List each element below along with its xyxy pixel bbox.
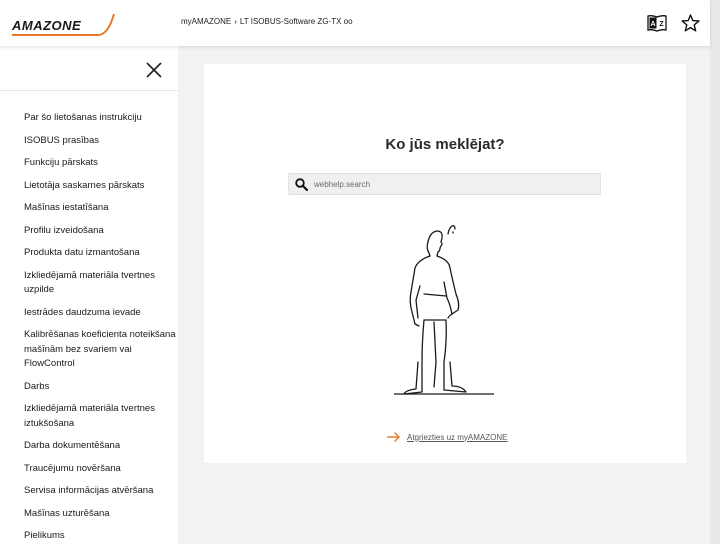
svg-text:Z: Z [659, 21, 664, 28]
star-icon [680, 14, 700, 32]
close-sidebar-button[interactable] [145, 61, 163, 79]
sidebar-item-kalibresanas-koeficients[interactable]: Kalibrēšanas koeficienta noteikšana mašī… [24, 328, 178, 372]
page-title: Ko jūs meklējat? [385, 136, 505, 153]
scrollbar[interactable] [710, 0, 720, 544]
breadcrumb-home[interactable]: myAMAZONE [181, 17, 231, 26]
sidebar-item-darba-dokumentesana[interactable]: Darba dokumentēšana [24, 439, 178, 454]
close-icon [146, 62, 162, 78]
breadcrumb: myAMAZONE › LT ISOBUS-Software ZG-TX oo [181, 17, 353, 26]
top-bar: AMAZONE myAMAZONE › LT ISOBUS-Software ZG-… [0, 0, 710, 46]
breadcrumb-separator: › [234, 17, 237, 26]
thinking-man-illustration [394, 225, 494, 395]
logo-text: AMAZONE [12, 18, 82, 33]
back-link-label: Atgriezties uz myAMAZONE [407, 432, 508, 442]
sidebar-item-isobus-prasibas[interactable]: ISOBUS prasības [24, 134, 178, 149]
search-icon [295, 178, 308, 191]
search-input[interactable] [314, 177, 594, 192]
back-to-myamazone-link[interactable]: Atgriezties uz myAMAZONE [387, 432, 507, 442]
sidebar-item-masinas-uzturesana[interactable]: Mašīnas uzturēšana [24, 507, 178, 522]
sidebar: Par šo lietošanas instrukciju ISOBUS pra… [0, 46, 178, 544]
sidebar-item-traucejumu-noversana[interactable]: Traucējumu novēršana [24, 462, 178, 477]
sidebar-item-lietotaja-saskarnes-parskats[interactable]: Lietotāja saskarnes pārskats [24, 179, 178, 194]
breadcrumb-current[interactable]: LT ISOBUS-Software ZG-TX oo [240, 17, 353, 26]
sidebar-divider [0, 90, 178, 91]
sidebar-item-masinas-iestatisana[interactable]: Mašīnas iestatīšana [24, 201, 178, 216]
sidebar-item-tvertnes-uzpilde[interactable]: Izkliedējamā materiāla tvertnes uzpilde [24, 269, 178, 298]
translate-button[interactable]: A Z [647, 13, 667, 33]
arrow-right-icon [387, 432, 400, 442]
search-box[interactable] [288, 173, 601, 195]
search-card: Ko jūs meklējat? Atgriezties uz myAMAZO [204, 64, 686, 463]
sidebar-item-funkciju-parskats[interactable]: Funkciju pārskats [24, 156, 178, 171]
sidebar-item-par-so-lietosanas-instrukciju[interactable]: Par šo lietošanas instrukciju [24, 111, 178, 126]
sidebar-item-servisa-informacija[interactable]: Servisa informācijas atvēršana [24, 484, 178, 499]
sidebar-item-darbs[interactable]: Darbs [24, 380, 178, 395]
sidebar-item-produkta-datu-izmantosana[interactable]: Produkta datu izmantošana [24, 246, 178, 261]
sidebar-item-tvertnes-iztuksosana[interactable]: Izkliedējamā materiāla tvertnes iztukšoš… [24, 402, 178, 431]
favorite-button[interactable] [680, 13, 700, 33]
sidebar-item-iestrades-daudzuma-ievade[interactable]: Iestrādes daudzuma ievade [24, 306, 178, 321]
svg-text:A: A [650, 21, 655, 28]
translate-icon: A Z [647, 15, 667, 32]
amazone-logo[interactable]: AMAZONE [10, 12, 118, 38]
sidebar-nav: Par šo lietošanas instrukciju ISOBUS pra… [24, 111, 178, 544]
sidebar-item-pielikums[interactable]: Pielikums [24, 529, 178, 544]
sidebar-item-profilu-izveidosana[interactable]: Profilu izveidošana [24, 224, 178, 239]
